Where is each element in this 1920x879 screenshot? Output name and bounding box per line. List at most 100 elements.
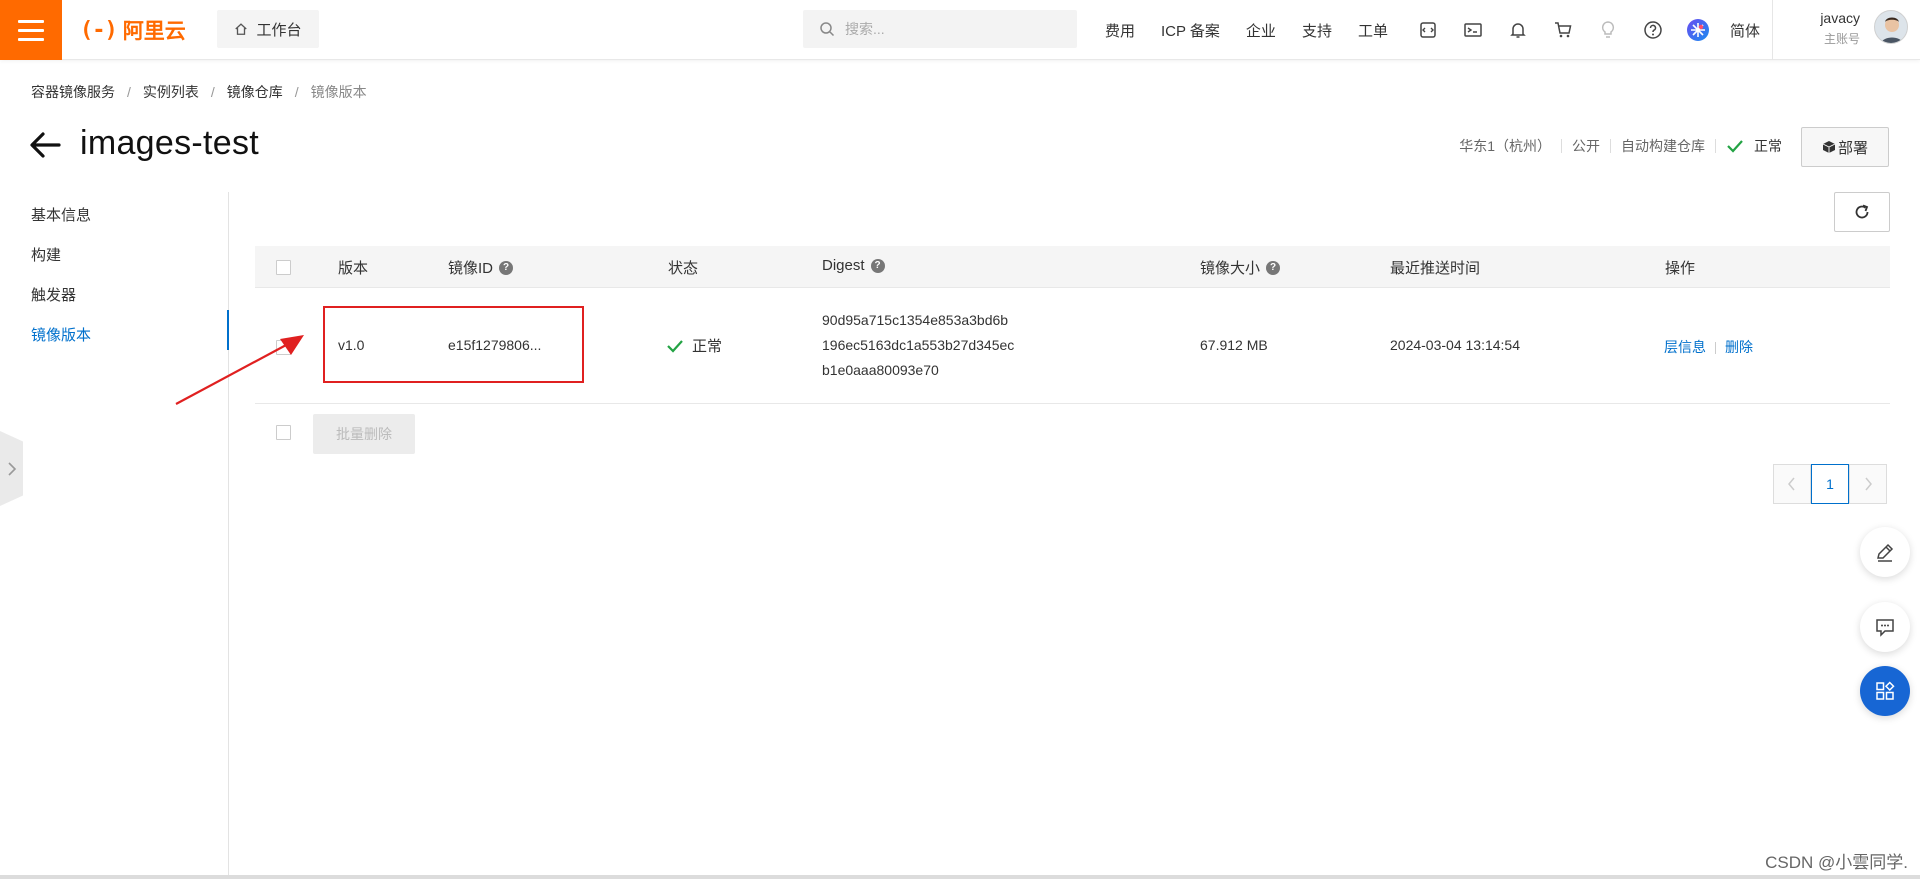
cell-last-pushed: 2024-03-04 13:14:54 xyxy=(1390,337,1520,353)
cart-icon[interactable] xyxy=(1540,0,1585,60)
column-header-size: 镜像大小? xyxy=(1200,257,1281,278)
help-icon[interactable]: ? xyxy=(1266,260,1281,275)
pagination: 1 xyxy=(1773,464,1887,504)
chat-icon xyxy=(1876,619,1894,637)
refresh-button[interactable] xyxy=(1834,192,1890,232)
prev-page-button[interactable] xyxy=(1773,464,1811,504)
column-header-digest: Digest? xyxy=(822,257,885,274)
table-header: 版本 镜像ID? 状态 Digest? 镜像大小? 最近推送时间 操作 xyxy=(255,246,1890,288)
user-name: javacy xyxy=(1820,10,1860,26)
next-page-button[interactable] xyxy=(1849,464,1887,504)
page-button[interactable]: 1 xyxy=(1811,464,1849,504)
menu-line xyxy=(18,19,44,23)
cube-icon xyxy=(1822,141,1836,153)
sidebar-item-build[interactable]: 构建 xyxy=(31,244,61,265)
top-nav-links: 费用 ICP 备案 企业 支持 工单 xyxy=(1105,0,1414,60)
divider xyxy=(1561,139,1562,153)
refresh-icon xyxy=(1855,204,1869,219)
nav-link-support[interactable]: 支持 xyxy=(1302,20,1332,41)
delete-link[interactable]: 删除 xyxy=(1725,339,1753,355)
sidebar-item-triggers[interactable]: 触发器 xyxy=(31,284,76,305)
sidebar-item-basic-info[interactable]: 基本信息 xyxy=(31,204,91,225)
check-icon xyxy=(1727,140,1743,153)
column-header-version: 版本 xyxy=(338,257,368,278)
deploy-button[interactable]: 部署 xyxy=(1801,127,1889,167)
batch-delete-label: 批量删除 xyxy=(336,426,392,442)
repo-meta: 华东1（杭州） 公开 自动构建仓库 正常 xyxy=(1459,136,1782,156)
help-icon[interactable] xyxy=(1630,0,1675,60)
help-icon[interactable]: ? xyxy=(499,260,514,275)
divider xyxy=(1715,342,1716,355)
check-icon xyxy=(667,339,683,353)
layer-info-link[interactable]: 层信息 xyxy=(1664,339,1706,355)
column-header-label: 镜像大小 xyxy=(1200,260,1261,277)
nav-link-enterprise[interactable]: 企业 xyxy=(1246,20,1276,41)
lightbulb-icon[interactable] xyxy=(1585,0,1630,60)
column-header-label: 操作 xyxy=(1665,260,1696,277)
nav-link-icp[interactable]: ICP 备案 xyxy=(1161,20,1220,41)
repo-region: 华东1（杭州） xyxy=(1459,138,1551,154)
hamburger-menu-button[interactable] xyxy=(0,0,62,60)
column-header-label: 最近推送时间 xyxy=(1390,260,1481,277)
divider xyxy=(1610,139,1611,153)
workbench-label: 工作台 xyxy=(256,21,302,39)
nav-link-billing[interactable]: 费用 xyxy=(1105,20,1135,41)
cell-size: 67.912 MB xyxy=(1200,337,1268,353)
help-icon[interactable]: ? xyxy=(870,258,885,273)
chevron-left-icon xyxy=(1788,477,1795,491)
breadcrumb-item-instances[interactable]: 实例列表 xyxy=(143,82,199,102)
menu-line xyxy=(18,37,44,41)
cell-digest: 90d95a715c1354e853a3bd6b 196ec5163dc1a55… xyxy=(822,308,1014,383)
divider xyxy=(1772,0,1773,60)
terminal-icon[interactable] xyxy=(1450,0,1495,60)
breadcrumb-separator: / xyxy=(210,84,215,100)
workbench-button[interactable]: 工作台 xyxy=(217,10,319,48)
cell-status: 正常 xyxy=(666,335,722,356)
window-bottom-border xyxy=(0,875,1920,879)
breadcrumb-item-container-registry[interactable]: 容器镜像服务 xyxy=(31,82,115,102)
breadcrumb-item-current: 镜像版本 xyxy=(310,84,367,100)
code-editor-icon[interactable] xyxy=(1405,0,1450,60)
annotation-highlight-box xyxy=(323,306,584,383)
nav-link-ticket[interactable]: 工单 xyxy=(1358,20,1388,41)
chevron-right-icon xyxy=(1865,477,1872,491)
back-arrow-icon[interactable] xyxy=(28,130,62,160)
breadcrumb-separator: / xyxy=(294,84,299,100)
column-header-label: 版本 xyxy=(338,260,369,277)
search-icon xyxy=(820,22,835,37)
search-input[interactable] xyxy=(845,21,1045,37)
column-header-image-id: 镜像ID? xyxy=(448,257,514,278)
select-all-checkbox[interactable] xyxy=(276,260,291,275)
column-header-label: 镜像ID xyxy=(448,260,494,277)
user-role: 主账号 xyxy=(1823,32,1860,46)
chevron-right-icon xyxy=(7,461,16,476)
ai-assistant-icon[interactable] xyxy=(1675,0,1720,60)
breadcrumb: 容器镜像服务 / 实例列表 / 镜像仓库 / 镜像版本 xyxy=(31,82,367,102)
sidebar-collapse-handle[interactable] xyxy=(0,431,23,506)
avatar[interactable] xyxy=(1874,10,1908,44)
batch-select-checkbox[interactable] xyxy=(276,425,291,440)
aliyun-logo[interactable]: (-) 阿里云 xyxy=(80,16,186,44)
chat-button[interactable] xyxy=(1860,602,1910,652)
breadcrumb-item-repositories[interactable]: 镜像仓库 xyxy=(227,82,283,102)
status-text: 正常 xyxy=(692,338,723,355)
bell-icon[interactable] xyxy=(1495,0,1540,60)
apps-grid-icon xyxy=(1876,681,1895,700)
feedback-edit-button[interactable] xyxy=(1860,527,1910,577)
column-header-label: Digest xyxy=(822,257,865,274)
batch-delete-button[interactable]: 批量删除 xyxy=(313,414,415,454)
digest-line: b1e0aaa80093e70 xyxy=(822,362,939,378)
cell-actions: 层信息 删除 xyxy=(1664,337,1753,357)
sidebar-item-image-versions[interactable]: 镜像版本 xyxy=(31,324,91,345)
search-box[interactable] xyxy=(803,10,1077,48)
logo-mark: (-) xyxy=(80,17,118,43)
language-switch[interactable]: 简体 xyxy=(1730,20,1760,41)
breadcrumb-separator: / xyxy=(127,84,131,100)
column-header-label: 状态 xyxy=(668,260,699,277)
page-title: images-test xyxy=(80,124,260,162)
user-account[interactable]: javacy 主账号 xyxy=(1790,10,1860,47)
apps-button[interactable] xyxy=(1860,666,1910,716)
repo-status: 正常 xyxy=(1754,138,1782,154)
logo-text: 阿里云 xyxy=(122,20,186,43)
column-header-actions: 操作 xyxy=(1665,257,1695,278)
